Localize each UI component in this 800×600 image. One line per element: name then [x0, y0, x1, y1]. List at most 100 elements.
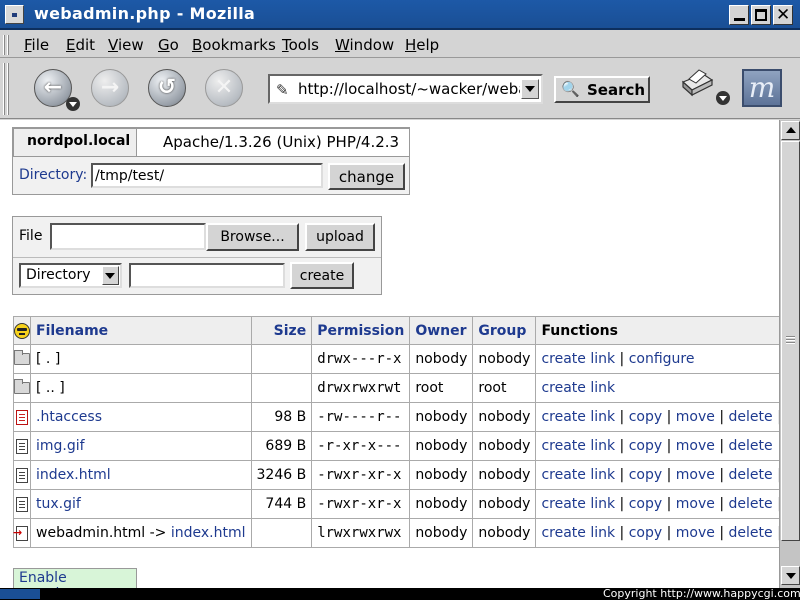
group-cell: nobody: [472, 344, 537, 374]
filename-link[interactable]: [ .. ]: [36, 380, 65, 396]
function-link-move[interactable]: move: [676, 467, 715, 483]
file-path-input[interactable]: [50, 223, 206, 250]
function-link-move[interactable]: move: [676, 525, 715, 541]
menu-bookmarks[interactable]: Bookmarks: [192, 36, 276, 54]
search-button[interactable]: 🔍 Search: [554, 76, 650, 103]
menu-tools[interactable]: Tools: [282, 36, 319, 54]
directory-input[interactable]: [91, 163, 323, 188]
permission-link[interactable]: drwx---r-x: [311, 344, 411, 374]
mozilla-throbber-logo[interactable]: m: [742, 69, 782, 107]
function-link-create-link[interactable]: create link: [541, 525, 615, 541]
menu-view[interactable]: View: [108, 36, 144, 54]
back-history-dropdown[interactable]: [66, 97, 80, 111]
function-separator: |: [619, 438, 625, 454]
function-link-create-link[interactable]: create link: [541, 467, 615, 483]
hidden-file-icon: [16, 409, 28, 425]
function-link-delete[interactable]: delete: [729, 438, 773, 454]
change-directory-button[interactable]: change: [328, 163, 405, 190]
menu-help[interactable]: Help: [405, 36, 439, 54]
function-link-create-link[interactable]: create link: [541, 496, 615, 512]
symlink-target-link[interactable]: index.html: [171, 525, 246, 541]
header-filename[interactable]: Filename: [30, 316, 252, 345]
function-link-copy[interactable]: copy: [629, 438, 662, 454]
toolbar-grip[interactable]: [3, 63, 11, 115]
function-link-create-link[interactable]: create link: [541, 409, 615, 425]
maximize-button[interactable]: [751, 5, 771, 25]
permission-link[interactable]: lrwxrwxrwx: [311, 518, 411, 548]
scroll-down-arrow-icon[interactable]: [781, 566, 800, 585]
menu-go[interactable]: Go: [158, 36, 179, 54]
menubar-grip[interactable]: [3, 35, 11, 55]
create-button[interactable]: create: [290, 262, 354, 289]
file-listing-table: Filename Size Permission Owner Group Fun…: [13, 316, 800, 548]
function-link-copy[interactable]: copy: [629, 467, 662, 483]
reload-button[interactable]: ↺: [148, 69, 186, 107]
filename-cell: index.html: [30, 460, 252, 490]
browser-window: webadmin.php - Mozilla ✕ File Edit View …: [0, 0, 800, 600]
function-link-move[interactable]: move: [676, 438, 715, 454]
browse-button[interactable]: Browse...: [206, 223, 299, 251]
permission-link[interactable]: -r-xr-x---: [311, 431, 411, 461]
new-item-name-input[interactable]: [129, 263, 285, 288]
function-link-configure[interactable]: configure: [629, 351, 695, 367]
create-type-select[interactable]: Directory: [19, 263, 122, 288]
header-group[interactable]: Group: [472, 316, 537, 345]
size-cell: [250, 518, 313, 548]
function-link-delete[interactable]: delete: [729, 496, 773, 512]
filename-link[interactable]: index.html: [36, 467, 111, 483]
function-link-delete[interactable]: delete: [729, 409, 773, 425]
minimize-button[interactable]: [729, 5, 749, 25]
filename-cell: webadmin.html -> index.html: [30, 518, 252, 548]
menu-edit[interactable]: Edit: [66, 36, 95, 54]
function-separator: |: [666, 496, 672, 512]
permission-link[interactable]: drwxrwxrwt: [311, 373, 411, 403]
function-link-delete[interactable]: delete: [729, 467, 773, 483]
menu-window[interactable]: Window: [335, 36, 394, 54]
url-input[interactable]: [298, 79, 520, 99]
forward-button[interactable]: →: [91, 69, 129, 107]
header-icon-cell: [13, 316, 31, 345]
page-proxy-icon[interactable]: ✎: [276, 81, 289, 99]
function-link-delete[interactable]: delete: [729, 525, 773, 541]
scrollbar-thumb[interactable]: [781, 141, 800, 541]
permission-link[interactable]: -rwxr-xr-x: [311, 489, 411, 519]
function-link-copy[interactable]: copy: [629, 525, 662, 541]
file-icon: [16, 496, 28, 512]
header-owner[interactable]: Owner: [409, 316, 474, 345]
upload-button[interactable]: upload: [305, 223, 375, 251]
function-link-move[interactable]: move: [676, 496, 715, 512]
function-separator: |: [719, 525, 725, 541]
close-button[interactable]: ✕: [773, 5, 793, 25]
maximize-icon: [755, 9, 767, 21]
function-separator: |: [719, 496, 725, 512]
group-cell: nobody: [472, 460, 537, 490]
function-link-create-link[interactable]: create link: [541, 351, 615, 367]
function-link-create-link[interactable]: create link: [541, 438, 615, 454]
function-link-copy[interactable]: copy: [629, 409, 662, 425]
vertical-scrollbar[interactable]: [779, 120, 800, 588]
function-link-copy[interactable]: copy: [629, 496, 662, 512]
permission-link[interactable]: -rw----r--: [311, 402, 411, 432]
filename-link[interactable]: img.gif: [36, 438, 85, 454]
print-button[interactable]: [679, 68, 715, 100]
function-link-create-link[interactable]: create link: [541, 380, 615, 396]
filename-link[interactable]: [ . ]: [36, 351, 60, 367]
enable-treeview-link[interactable]: Enable treeview: [13, 568, 137, 600]
window-menu-icon[interactable]: [5, 5, 24, 24]
filename-link[interactable]: .htaccess: [36, 409, 102, 425]
filename-link[interactable]: tux.gif: [36, 496, 81, 512]
menu-file[interactable]: File: [24, 36, 49, 54]
print-dropdown[interactable]: [716, 91, 730, 105]
row-icon-cell: [13, 518, 31, 548]
permission-link[interactable]: -rwxr-xr-x: [311, 460, 411, 490]
server-info-panel: nordpol.local Apache/1.3.26 (Unix) PHP/4…: [12, 127, 410, 195]
header-permission[interactable]: Permission: [311, 316, 411, 345]
stop-button[interactable]: ✕: [205, 69, 243, 107]
function-link-move[interactable]: move: [676, 409, 715, 425]
url-bar[interactable]: ✎: [268, 74, 543, 104]
header-size[interactable]: Size: [250, 316, 313, 345]
url-history-dropdown[interactable]: [521, 79, 539, 99]
scroll-up-arrow-icon[interactable]: [781, 121, 800, 140]
function-separator: |: [666, 525, 672, 541]
select-arrow-glyph: [105, 273, 115, 279]
